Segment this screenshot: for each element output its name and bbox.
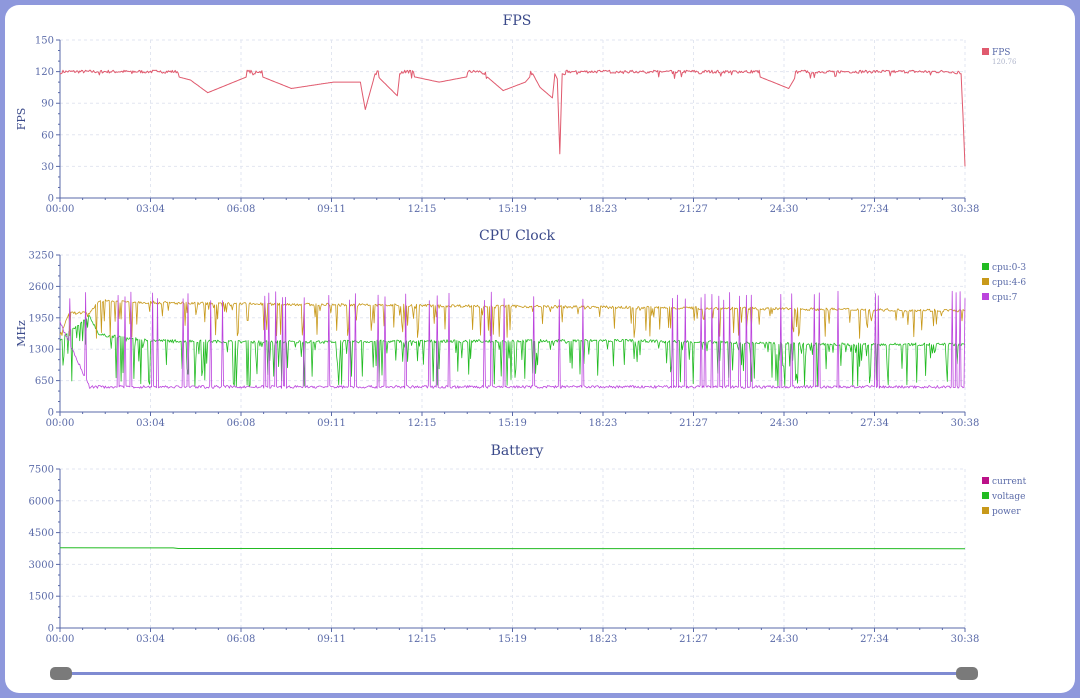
x-tick-label: 09:11 [317,204,346,215]
y-tick-label: 6000 [29,496,54,507]
x-tick-label: 27:34 [860,634,889,645]
y-tick-label: 60 [41,130,54,141]
chart-panel: FPS 0 30 60 90 120 150 00:00 03:04 06:08 09:11 12:1… [5,5,1075,693]
legend-swatch [982,263,989,270]
x-tick-label: 30:38 [951,418,980,429]
y-tick-label: 1950 [29,313,54,324]
x-tick-label: 30:38 [951,204,980,215]
y-tick-label: 30 [41,162,54,173]
chart-1: CPU Clock 0 650 1300 1950 2600 3250 00:00 03:04 0… [15,228,1026,429]
x-tick-label: 30:38 [951,634,980,645]
y-tick-label: 0 [48,624,54,635]
x-tick-label: 24:30 [770,204,799,215]
x-tick-label: 12:15 [408,204,437,215]
x-tick-label: 27:34 [860,418,889,429]
charts-canvas: FPS 0 30 60 90 120 150 00:00 03:04 06:08 09:11 12:1… [15,13,1027,645]
slider-handle-left[interactable] [50,667,72,680]
x-tick-label: 03:04 [136,634,165,645]
legend-swatch [982,477,989,484]
chart-2: Battery 0 1500 3000 4500 6000 7500 00:00 03:04 06… [29,443,1027,645]
x-tick-label: 18:23 [589,634,618,645]
slider-handle-right[interactable] [956,667,978,680]
x-tick-label: 15:19 [498,204,527,215]
x-tick-label: 00:00 [46,204,75,215]
legend-swatch [982,492,989,499]
x-tick-label: 06:08 [227,204,256,215]
x-tick-label: 09:11 [317,418,346,429]
series-line-cpu-4-6 [59,299,966,339]
y-tick-label: 7500 [29,465,54,476]
legend-label: cpu:4-6 [992,278,1026,288]
legend-label: current [992,477,1027,487]
legend-label: cpu:0-3 [992,263,1026,273]
y-axis-title: FPS [15,108,28,131]
x-tick-label: 03:04 [136,418,165,429]
x-tick-label: 12:15 [408,634,437,645]
chart-0: FPS 0 30 60 90 120 150 00:00 03:04 06:08 09:11 12:1… [15,13,1017,215]
x-tick-label: 21:27 [679,634,708,645]
y-tick-label: 3000 [29,560,54,571]
chart-title: FPS [503,13,532,29]
slider-track [58,672,970,675]
y-axis-title: MHz [15,320,28,347]
legend-swatch [982,507,989,514]
time-range-slider[interactable] [50,666,978,682]
x-tick-label: 06:08 [227,418,256,429]
legend-value: 120.76 [992,58,1017,66]
x-tick-label: 06:08 [227,634,256,645]
y-tick-label: 0 [48,194,54,205]
y-tick-label: 1300 [29,345,54,356]
x-tick-label: 15:19 [498,418,527,429]
x-tick-label: 09:11 [317,634,346,645]
x-tick-label: 24:30 [770,634,799,645]
x-tick-label: 18:23 [589,418,618,429]
x-tick-label: 00:00 [46,418,75,429]
y-tick-label: 4500 [29,528,54,539]
y-tick-label: 0 [48,408,54,419]
x-tick-label: 15:19 [498,634,527,645]
x-tick-label: 24:30 [770,418,799,429]
legend-swatch [982,48,989,55]
x-tick-label: 18:23 [589,204,618,215]
y-tick-label: 1500 [29,592,54,603]
chart-title: CPU Clock [479,228,556,244]
legend-label: power [992,507,1021,517]
x-tick-label: 21:27 [679,418,708,429]
chart-title: Battery [491,443,544,459]
x-tick-label: 03:04 [136,204,165,215]
y-tick-label: 2600 [29,282,54,293]
legend-swatch [982,278,989,285]
x-tick-label: 27:34 [860,204,889,215]
legend-label: FPS [992,48,1010,58]
y-tick-label: 650 [35,376,54,387]
y-tick-label: 150 [35,36,54,47]
legend-label: voltage [991,492,1025,502]
x-tick-label: 12:15 [408,418,437,429]
legend-swatch [982,293,989,300]
legend-label: cpu:7 [992,293,1018,303]
y-tick-label: 90 [41,99,54,110]
y-tick-label: 120 [35,67,54,78]
x-tick-label: 21:27 [679,204,708,215]
y-tick-label: 3250 [29,251,54,262]
x-tick-label: 00:00 [46,634,75,645]
